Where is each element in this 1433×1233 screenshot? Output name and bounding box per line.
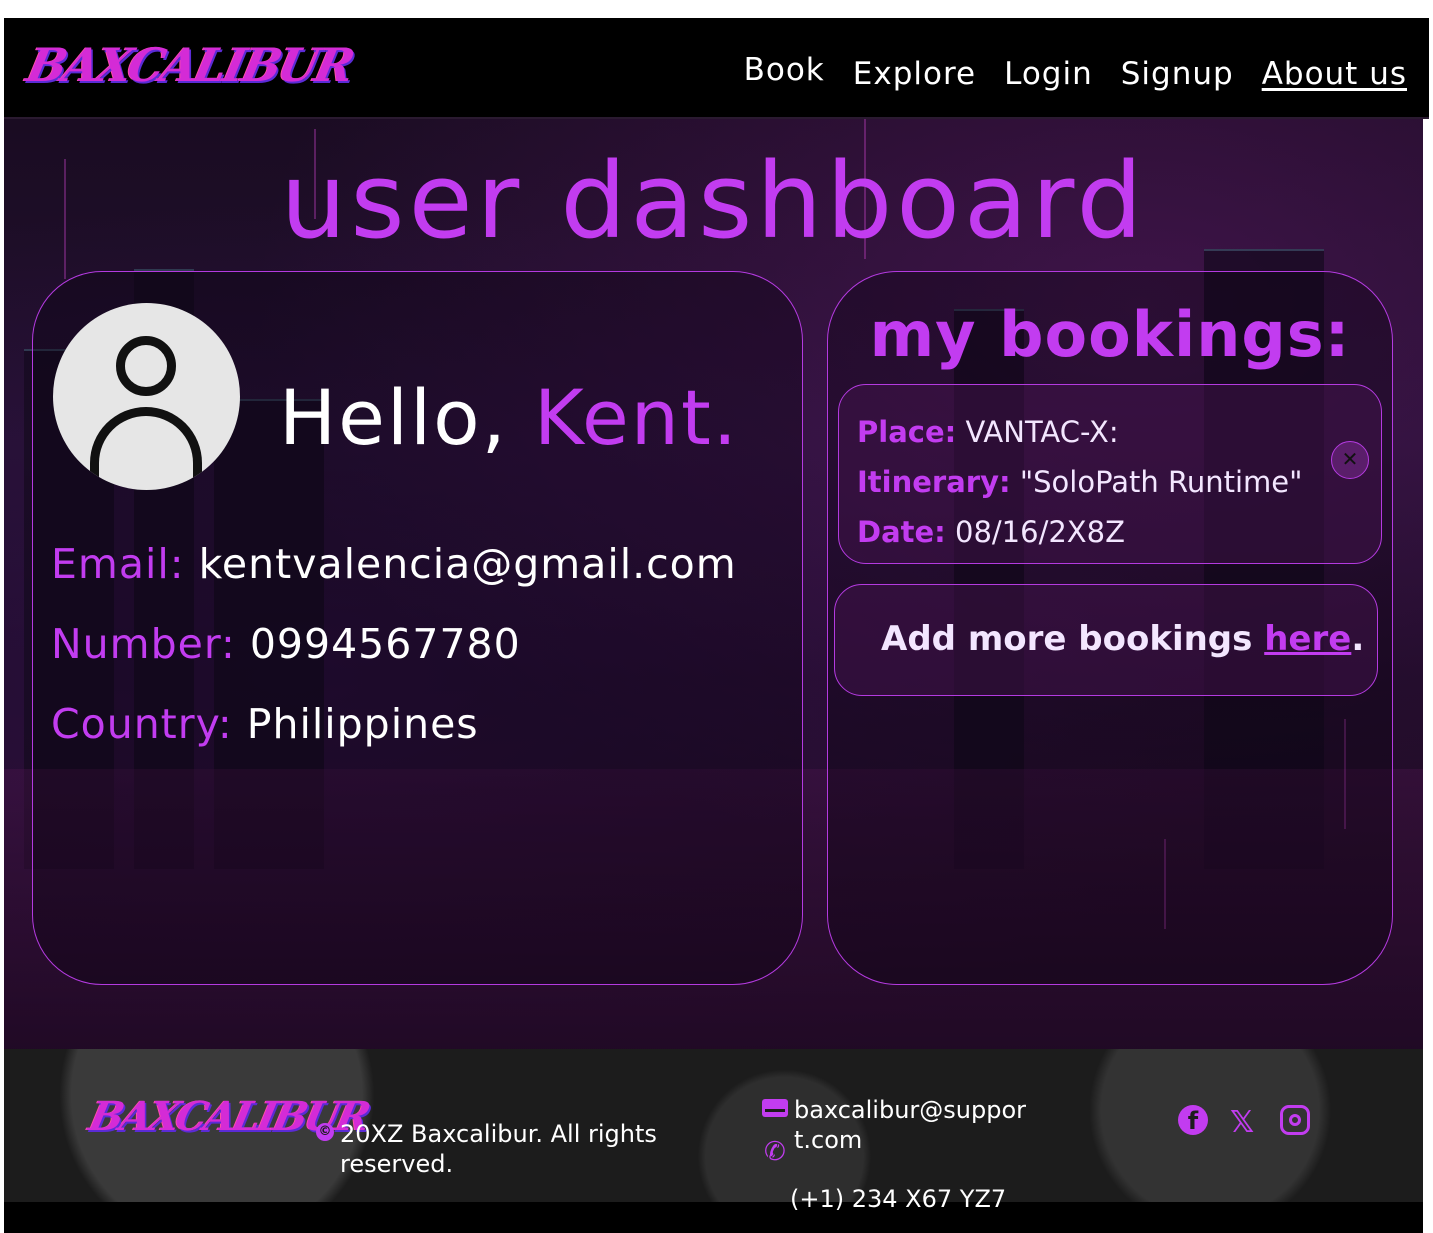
itinerary-value: "SoloPath Runtime"	[1019, 465, 1303, 499]
copyright-icon: ©	[316, 1123, 334, 1141]
add-more-suffix: .	[1351, 619, 1365, 659]
booking-place: Place: VANTAC-X:	[857, 415, 1119, 449]
number-value: 0994567780	[249, 620, 521, 668]
instagram-icon[interactable]	[1280, 1105, 1310, 1135]
place-label: Place:	[857, 415, 957, 449]
nav-book[interactable]: Book	[744, 52, 825, 92]
contact-phone[interactable]: (+1) 234 X67 YZ7	[790, 1185, 1006, 1213]
number-label: Number:	[51, 620, 236, 668]
remove-booking-button[interactable]: ✕	[1331, 441, 1369, 479]
phone-icon: ✆	[764, 1137, 786, 1167]
email-label: Email:	[51, 540, 185, 588]
country-row: Country: Philippines	[51, 700, 479, 748]
nav-about-us[interactable]: About us	[1262, 56, 1407, 92]
dashboard-hero: user dashboard Hello, Kent. Email: kentv…	[4, 119, 1423, 1049]
facebook-icon[interactable]: f	[1178, 1105, 1208, 1135]
footer: BAXCALIBUR © 20XZ Baxcalibur. All rights…	[4, 1049, 1423, 1202]
nav-signup[interactable]: Signup	[1121, 56, 1234, 92]
add-more-bookings: Add more bookings here.	[834, 584, 1378, 696]
date-value: 08/16/2X8Z	[955, 515, 1125, 549]
email-value: kentvalencia@gmail.com	[198, 540, 737, 588]
add-more-link[interactable]: here	[1264, 619, 1351, 659]
close-icon: ✕	[1341, 447, 1359, 471]
date-label: Date:	[857, 515, 946, 549]
top-navbar: BAXCALIBUR Book Explore Login Signup Abo…	[4, 18, 1429, 119]
avatar-head	[116, 336, 176, 396]
nav-links: Book Explore Login Signup About us	[716, 52, 1407, 92]
brand-logo-text: BAXCALIBUR	[22, 38, 357, 92]
envelope-icon	[762, 1099, 788, 1117]
country-value: Philippines	[246, 700, 479, 748]
x-icon[interactable]: 𝕏	[1230, 1105, 1254, 1140]
number-row: Number: 0994567780	[51, 620, 521, 668]
booking-item: Place: VANTAC-X: Itinerary: "SoloPath Ru…	[838, 384, 1382, 564]
user-avatar-icon	[53, 303, 240, 490]
add-more-label: Add more bookings	[881, 619, 1265, 659]
place-value: VANTAC-X:	[965, 415, 1119, 449]
copyright-text: 20XZ Baxcalibur. All rights reserved.	[340, 1120, 657, 1178]
brand-logo[interactable]: BAXCALIBUR	[22, 38, 356, 92]
bookings-card: my bookings: Place: VANTAC-X: Itinerary:…	[827, 271, 1393, 985]
booking-itinerary: Itinerary: "SoloPath Runtime"	[857, 465, 1303, 499]
greeting-text: Hello,	[279, 373, 508, 462]
footer-bottom-bar	[4, 1202, 1423, 1233]
user-name: Kent.	[533, 373, 739, 462]
copyright: © 20XZ Baxcalibur. All rights reserved.	[316, 1119, 696, 1179]
contact-email[interactable]: baxcalibur@support.com	[794, 1095, 1034, 1155]
page-title: user dashboard	[280, 140, 1147, 262]
itinerary-label: Itinerary:	[857, 465, 1011, 499]
country-label: Country:	[51, 700, 233, 748]
avatar-body	[90, 407, 202, 490]
profile-card: Hello, Kent. Email: kentvalencia@gmail.c…	[32, 271, 803, 985]
nav-explore[interactable]: Explore	[853, 56, 976, 92]
add-more-text: Add more bookings here.	[881, 619, 1364, 659]
email-row: Email: kentvalencia@gmail.com	[51, 540, 737, 588]
bookings-title: my bookings:	[869, 298, 1351, 371]
booking-date: Date: 08/16/2X8Z	[857, 515, 1125, 549]
nav-login[interactable]: Login	[1004, 56, 1093, 92]
greeting: Hello, Kent.	[279, 380, 739, 456]
